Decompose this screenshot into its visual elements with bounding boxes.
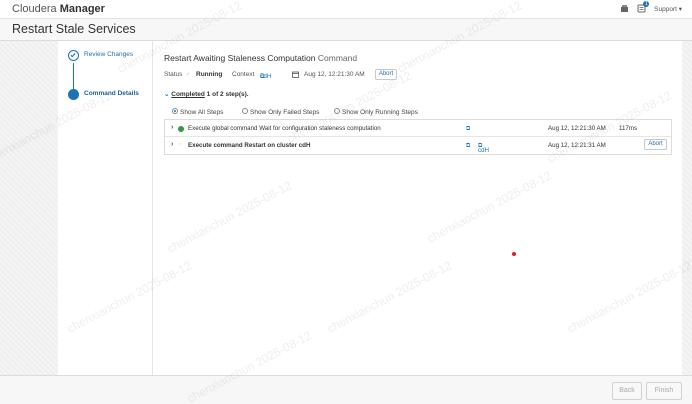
- radio-selected-icon[interactable]: [172, 108, 178, 115]
- wizard-step-connector: [73, 63, 74, 91]
- step-duration: 117ms: [619, 125, 638, 132]
- external-link-icon: ⧉: [260, 73, 265, 80]
- command-title-suffix: Command: [317, 53, 358, 63]
- completed-count: 1 of 2 step(s).: [206, 91, 249, 98]
- expand-chevron-icon[interactable]: ›: [171, 124, 173, 131]
- step-timestamp: Aug 12, 12:21:30 AM: [548, 125, 606, 132]
- wizard-step-command-details[interactable]: Command Details: [84, 90, 139, 97]
- calendar-icon: [292, 71, 299, 80]
- cloudera-manager-logo[interactable]: Cloudera Manager: [12, 3, 105, 15]
- wizard-footer: Back Finish: [0, 375, 692, 404]
- notifications-icon[interactable]: 1: [637, 1, 650, 13]
- context-label: Context: [232, 71, 255, 78]
- spinner-icon: ⁻: [179, 143, 183, 149]
- external-link-icon[interactable]: ⧉: [466, 125, 470, 133]
- pointer-marker: [512, 252, 516, 256]
- brand-bold: Manager: [59, 3, 105, 15]
- step-context-value: cdH: [478, 147, 490, 154]
- steps-table: › Execute global command Wait for config…: [164, 119, 672, 155]
- support-label: Support: [654, 5, 677, 13]
- completed-steps-toggle[interactable]: ⌄ Completed 1 of 2 step(s).: [164, 90, 249, 98]
- wizard-step-review-changes[interactable]: Review Changes: [84, 51, 133, 58]
- command-details-panel: Restart Awaiting Staleness Computation C…: [154, 41, 682, 375]
- step-context-link[interactable]: cdH ⧉: [478, 142, 489, 154]
- support-menu[interactable]: Support ▾: [654, 5, 682, 13]
- command-title: Restart Awaiting Staleness Computation C…: [164, 53, 357, 63]
- caret-down-icon: ▾: [678, 5, 682, 13]
- abort-command-button[interactable]: Abort: [375, 69, 397, 80]
- command-status-row: Status ◜ Running Context cdH ⧉ Aug 12, 1…: [164, 69, 674, 81]
- filter-failed-steps[interactable]: Show Only Failed Steps: [242, 108, 319, 116]
- expand-chevron-icon[interactable]: ›: [171, 141, 173, 148]
- page-title-bar: Restart Stale Services: [0, 19, 692, 41]
- radio-icon[interactable]: [334, 108, 340, 115]
- filter-running-steps[interactable]: Show Only Running Steps: [334, 108, 418, 116]
- filter-running-label: Show Only Running Steps: [342, 109, 418, 116]
- top-right-controls: 1 Support ▾: [620, 1, 682, 13]
- brand-light: Cloudera: [12, 3, 57, 15]
- step-description: Execute command Restart on cluster cdH: [188, 142, 311, 149]
- parcel-icon[interactable]: [620, 4, 629, 13]
- completed-prefix: Completed: [171, 91, 205, 98]
- check-circle-icon: [68, 50, 79, 61]
- right-gutter: [682, 41, 692, 375]
- chevron-down-icon: ⌄: [164, 91, 170, 98]
- spinner-icon: ◜: [187, 72, 190, 79]
- abort-step-button[interactable]: Abort: [644, 139, 667, 150]
- finish-button[interactable]: Finish: [646, 382, 682, 400]
- left-gutter: [0, 41, 58, 375]
- page-title: Restart Stale Services: [12, 22, 136, 36]
- filter-failed-label: Show Only Failed Steps: [250, 109, 320, 116]
- filter-all-steps[interactable]: Show All Steps: [172, 108, 223, 116]
- active-step-indicator: [68, 89, 79, 100]
- step-description: Execute global command Wait for configur…: [188, 125, 381, 132]
- notification-count-badge: 1: [643, 1, 650, 7]
- back-button[interactable]: Back: [612, 382, 642, 400]
- table-row[interactable]: › ⁻ Execute command Restart on cluster c…: [165, 137, 671, 154]
- step-timestamp: Aug 12, 12:21:31 AM: [548, 142, 606, 149]
- status-value: Running: [196, 71, 223, 78]
- radio-icon[interactable]: [242, 108, 248, 115]
- command-title-text: Restart Awaiting Staleness Computation: [164, 53, 316, 63]
- top-navigation-bar: Cloudera Manager 1 Support ▾: [0, 0, 692, 19]
- command-timestamp: Aug 12, 12:21:30 AM: [304, 71, 365, 78]
- table-row[interactable]: › Execute global command Wait for config…: [165, 120, 671, 137]
- external-link-icon[interactable]: ⧉: [466, 142, 470, 150]
- filter-all-label: Show All Steps: [180, 109, 224, 116]
- success-check-icon: [178, 126, 184, 132]
- status-label: Status: [164, 71, 183, 78]
